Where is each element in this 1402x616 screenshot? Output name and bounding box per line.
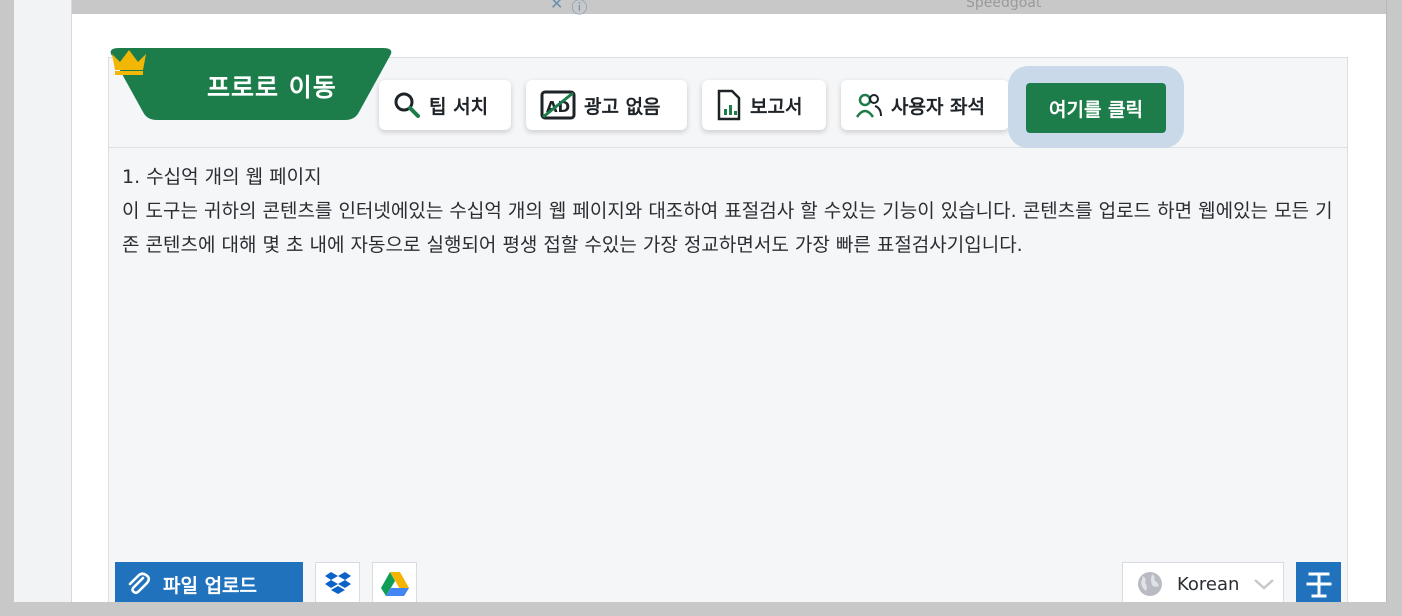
user-seats-label: 사용자 좌석: [891, 95, 986, 118]
bottom-overlay-band: [0, 602, 1402, 616]
chevron-down-icon: [1254, 579, 1275, 590]
language-value: Korean: [1177, 573, 1240, 595]
close-icon[interactable]: ✕: [550, 0, 563, 13]
report-label: 보고서: [750, 95, 803, 118]
go-pro-ribbon[interactable]: 프로로 이동: [109, 46, 393, 120]
right-scroll-strip: [1386, 0, 1402, 616]
text-editor[interactable]: 1. 수십억 개의 웹 페이지 이 도구는 귀하의 콘텐츠를 인터넷에있는 수십…: [122, 160, 1337, 262]
top-icon-group: ✕ ⓘ: [550, 0, 587, 17]
top-caption: Speedgoat: [966, 0, 1042, 11]
google-drive-icon: [380, 572, 409, 596]
report-button[interactable]: 보고서: [702, 80, 826, 130]
editor-toolbar: 프로로 이동 팁 서치 AD 광고 없음 보고서 사용자 좌석 여기를 클릭: [109, 48, 1347, 148]
left-sidebar-strip: [14, 0, 72, 616]
no-ads-label: 광고 없음: [584, 95, 661, 118]
strikethrough-button[interactable]: [1296, 562, 1341, 606]
editor-panel: 프로로 이동 팁 서치 AD 광고 없음 보고서 사용자 좌석 여기를 클릭 1…: [108, 48, 1348, 616]
file-upload-button[interactable]: 파일 업로드: [115, 562, 303, 606]
user-seats-button[interactable]: 사용자 좌석: [841, 80, 1009, 130]
google-drive-button[interactable]: [372, 562, 417, 606]
search-icon: [394, 92, 420, 118]
dropbox-button[interactable]: [315, 562, 360, 606]
go-pro-label: 프로로 이동: [207, 73, 337, 102]
no-ads-button[interactable]: AD 광고 없음: [526, 80, 687, 130]
file-upload-label: 파일 업로드: [163, 574, 258, 597]
no-ads-icon: AD: [540, 90, 576, 120]
paperclip-icon: [128, 572, 151, 595]
click-here-button[interactable]: 여기를 클릭: [1026, 83, 1166, 133]
users-icon: [855, 93, 882, 118]
dropbox-icon: [324, 572, 351, 594]
globe-icon: [1138, 572, 1162, 596]
report-icon: [717, 89, 741, 121]
tip-search-label: 팁 서치: [429, 95, 489, 118]
info-icon[interactable]: ⓘ: [571, 0, 587, 17]
language-select[interactable]: Korean: [1122, 562, 1284, 606]
crown-icon: [112, 50, 146, 75]
top-overlay-band: ✕ ⓘ Speedgoat: [72, 0, 1388, 17]
tip-search-button[interactable]: 팁 서치: [379, 80, 511, 130]
content-body: 이 도구는 귀하의 콘텐츠를 인터넷에있는 수십억 개의 웹 페이지와 대조하여…: [122, 200, 1333, 256]
content-heading: 1. 수십억 개의 웹 페이지: [122, 166, 322, 188]
strikethrough-icon: [1306, 572, 1331, 598]
